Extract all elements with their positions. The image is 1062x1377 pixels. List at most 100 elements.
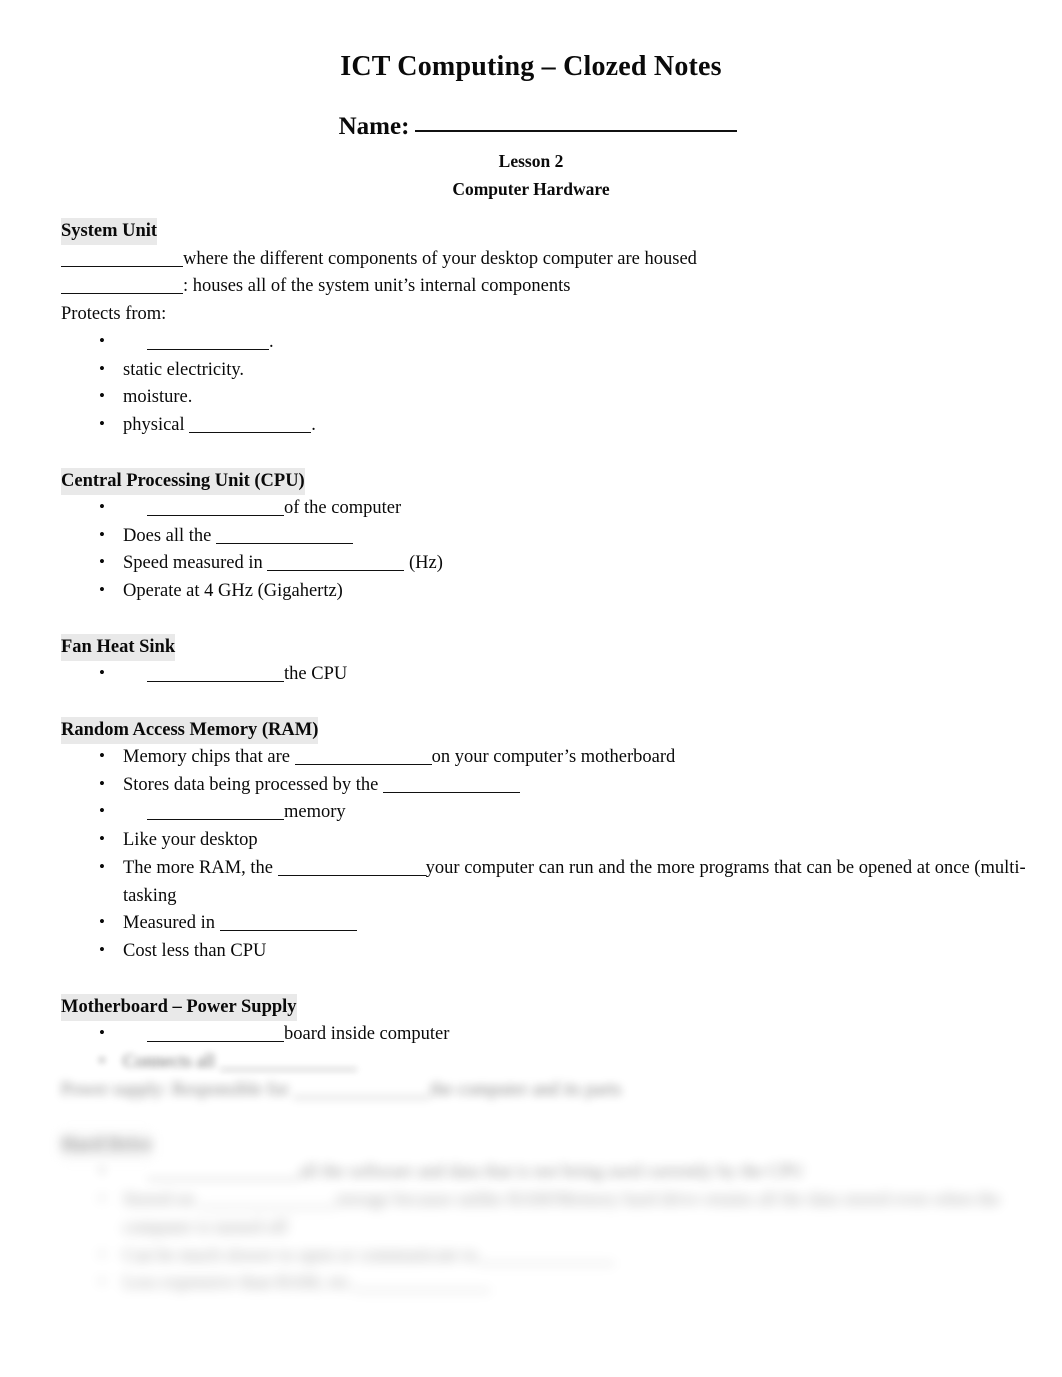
section-fan-heat-sink: Fan Heat Sink the CPU [61,633,1032,689]
section-heading-system-unit: System Unit [61,218,158,246]
bullet-list-cpu: of the computer Does all the Speed measu… [61,494,1032,606]
list-item: Memory chips that are on your computer’s… [61,743,1032,772]
list-item: Can be much slower to open or communicat… [61,1242,1032,1271]
bullet-list-hard-drive: all the software and data that is not be… [61,1158,1032,1298]
name-input-blank[interactable] [415,129,738,132]
fill-blank[interactable] [147,330,269,350]
notes-body: System Unit where the different componen… [0,217,1062,1298]
fill-blank[interactable] [354,1272,492,1292]
fill-blank[interactable] [216,524,353,544]
list-item: Measured in [61,909,1032,938]
list-item-text: Can be much slower to open or communicat… [123,1245,478,1266]
list-item-text: Does all the [123,525,216,546]
fill-blank[interactable] [293,1078,431,1098]
fill-blank[interactable] [219,1050,357,1070]
list-item: all the software and data that is not be… [61,1158,1032,1187]
fill-blank[interactable] [199,1189,337,1209]
list-item: Less expensive than RAM, etc. [61,1269,1032,1298]
section-ram: Random Access Memory (RAM) Memory chips … [61,716,1032,966]
list-item: static electricity. [61,356,1032,385]
list-item-text: Connects all [123,1051,220,1072]
subject-label: Computer Hardware [452,179,610,200]
section-cpu: Central Processing Unit (CPU) of the com… [61,467,1032,606]
list-item-text: Measured in [123,913,220,934]
fill-blank[interactable] [277,856,426,876]
fill-blank[interactable] [219,912,357,932]
list-item: Does all the [61,522,1032,551]
list-item-text: all the software and data that is not be… [299,1162,805,1183]
list-item-text: memory [284,802,346,823]
document-page: ICT Computing – Clozed Notes Name: Lesso… [0,0,1062,1377]
list-item: Stored on storage because unlike RAM/Mem… [61,1186,1032,1243]
section-heading-fan-heat-sink: Fan Heat Sink [61,633,176,661]
fill-blank[interactable] [477,1244,615,1264]
list-item-text: of the computer [284,497,402,518]
list-item: board inside computer [61,1020,1032,1049]
list-item-text: Cost less than CPU [123,941,267,962]
list-item-text: . [269,331,274,352]
list-item-text: Like your desktop [123,830,258,851]
list-item: of the computer [61,494,1032,523]
section-heading-hard-drive: Hard Drive [61,1132,152,1160]
list-item-text: the CPU [284,664,348,685]
list-item: The more RAM, the your computer can run … [61,854,1032,911]
list-item: memory [61,798,1032,827]
page-title: ICT Computing – Clozed Notes [340,51,722,82]
line-text: : houses all of the system unit’s intern… [183,276,571,297]
list-item-text: moisture. [123,387,193,408]
fill-blank[interactable] [267,552,405,572]
list-item-text: (Hz) [404,553,443,574]
list-item: Stores data being processed by the [61,771,1032,800]
list-item-text: Operate at 4 GHz (Gigahertz) [123,581,343,602]
fill-blank[interactable] [147,1161,299,1181]
list-item: moisture. [61,383,1032,412]
fill-blank[interactable] [189,414,312,434]
list-item-text: . [311,415,316,436]
section-motherboard-power-supply: Motherboard – Power Supply board inside … [61,993,1032,1104]
fill-blank[interactable] [382,773,520,793]
bullet-list-ram: Memory chips that are on your computer’s… [61,743,1032,966]
list-item-text: Stores data being processed by the [123,774,383,795]
name-label: Name: [338,112,410,140]
fill-blank[interactable] [61,247,183,267]
list-item-text: Speed measured in [123,553,268,574]
list-item: the CPU [61,660,1032,689]
list-item: Cost less than CPU [61,937,1032,966]
section-heading-ram: Random Access Memory (RAM) [61,716,319,744]
line-text: Protects from: [61,304,167,325]
list-item-text: physical [123,415,190,436]
section-line: Protects from: [61,301,1032,329]
line-text: where the different components of your d… [183,248,697,269]
fill-blank[interactable] [294,745,432,765]
line-text: Power supply: Responsible for [61,1079,294,1100]
section-heading-cpu: Central Processing Unit (CPU) [61,467,305,495]
name-field-row: Name: [0,113,1062,141]
list-item: . [61,328,1032,357]
fill-blank[interactable] [147,801,284,821]
line-text: the computer and its parts [430,1079,622,1100]
fill-blank[interactable] [147,496,284,516]
power-supply-line: Power supply: Responsible for the comput… [61,1077,1032,1105]
fill-blank[interactable] [147,663,284,683]
section-heading-motherboard-power-supply: Motherboard – Power Supply [61,993,297,1021]
list-item-text: Less expensive than RAM, etc. [123,1273,355,1294]
list-item-text: static electricity. [123,359,245,380]
list-item-text: Memory chips that are [123,746,295,767]
fill-blank[interactable] [147,1023,284,1043]
list-item-text: on your computer’s motherboard [431,746,676,767]
list-item: Speed measured in (Hz) [61,549,1032,578]
bullet-list-motherboard: board inside computer Connects all [61,1020,1032,1077]
list-item-text: Stored on [123,1190,200,1211]
fill-blank[interactable] [61,275,183,295]
section-line: where the different components of your d… [61,246,1032,274]
section-hard-drive: Hard Drive all the software and data tha… [61,1131,1032,1298]
section-system-unit: System Unit where the different componen… [61,217,1032,439]
list-item: Operate at 4 GHz (Gigahertz) [61,577,1032,606]
list-item: Like your desktop [61,826,1032,855]
list-item-text: The more RAM, the [123,857,278,878]
list-item: Connects all [61,1048,1032,1077]
lesson-label: Lesson 2 [498,150,564,171]
bullet-list-fan-heat-sink: the CPU [61,660,1032,689]
list-item-text: board inside computer [284,1024,450,1045]
bullet-list-system-unit: . static electricity. moisture. physical… [61,328,1032,440]
